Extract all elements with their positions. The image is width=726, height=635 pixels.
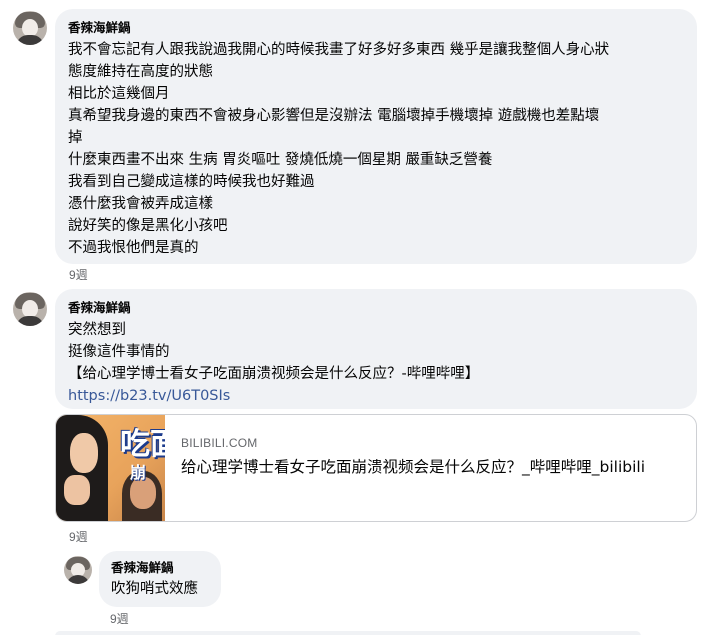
comment-text-line: 突然想到 [68, 322, 126, 338]
comment-author[interactable]: 香辣海鮮鍋 [68, 20, 684, 36]
link-preview-card[interactable]: 吃面 崩 BILIBILI.COM 给心理学博士看女子吃面崩溃视频会是什么反应？… [55, 414, 697, 522]
comment-text-line: 我看到自己變成這樣的時候我也好難過 [68, 174, 315, 190]
comment-timestamp[interactable]: 9週 [69, 528, 88, 545]
link-preview-domain: BILIBILI.COM [181, 436, 258, 450]
avatar[interactable] [64, 556, 92, 584]
thumbnail-caption: 崩 [130, 463, 147, 482]
link-preview-thumbnail[interactable]: 吃面 崩 [56, 415, 165, 521]
comment-author[interactable]: 香辣海鮮鍋 [68, 300, 684, 316]
comment-text-line: 【给心理学博士看女子吃面崩溃视频会是什么反应？-哔哩哔哩】 [68, 366, 480, 382]
comment-text-line: 掉 [68, 130, 83, 146]
link-preview-title[interactable]: 给心理学博士看女子吃面崩溃视频会是什么反应？_哔哩哔哩_bilibili [181, 456, 686, 478]
reply-author[interactable]: 香辣海鮮鍋 [111, 560, 209, 576]
comment-text-line: 不過我恨他們是真的 [68, 240, 199, 256]
reply-bubble: 香辣海鮮鍋 吹狗哨式效應 [99, 551, 221, 607]
thumbnail-caption: 吃面 [120, 427, 165, 462]
comment-text-line: 挺像這件事情的 [68, 344, 170, 360]
avatar[interactable] [13, 292, 47, 326]
comment-text-line: 說好笑的像是黑化小孩吧 [68, 218, 228, 234]
comment-text-line: 我不會忘記有人跟我說過我開心的時候我畫了好多好多東西 幾乎是讓我整個人身心狀 [68, 42, 610, 58]
comment-timestamp[interactable]: 9週 [69, 266, 88, 283]
reply-text: 吹狗哨式效應 [111, 581, 198, 597]
comment-text-line: 態度維持在高度的狀態 [68, 64, 213, 80]
next-comment-bubble [55, 631, 641, 635]
avatar[interactable] [13, 11, 47, 45]
comment-text-line: 真希望我身邊的東西不會被身心影響但是沒辦法 電腦壞掉手機壞掉 遊戲機也差點壞 [68, 108, 600, 124]
reply-timestamp[interactable]: 9週 [110, 610, 129, 627]
comment-bubble: 香辣海鮮鍋 突然想到 挺像這件事情的 【给心理学博士看女子吃面崩溃视频会是什么反… [55, 289, 697, 409]
comment-link[interactable]: https://b23.tv/U6T0SIs [68, 385, 684, 407]
comment-text-line: 相比於這幾個月 [68, 86, 170, 102]
comment-text-line: 憑什麼我會被弄成這樣 [68, 196, 213, 212]
comment-text-line: 什麼東西畫不出來 生病 胃炎嘔吐 發燒低燒一個星期 嚴重缺乏營養 [68, 152, 493, 168]
comment-bubble: 香辣海鮮鍋 我不會忘記有人跟我說過我開心的時候我畫了好多好多東西 幾乎是讓我整個… [55, 9, 697, 264]
